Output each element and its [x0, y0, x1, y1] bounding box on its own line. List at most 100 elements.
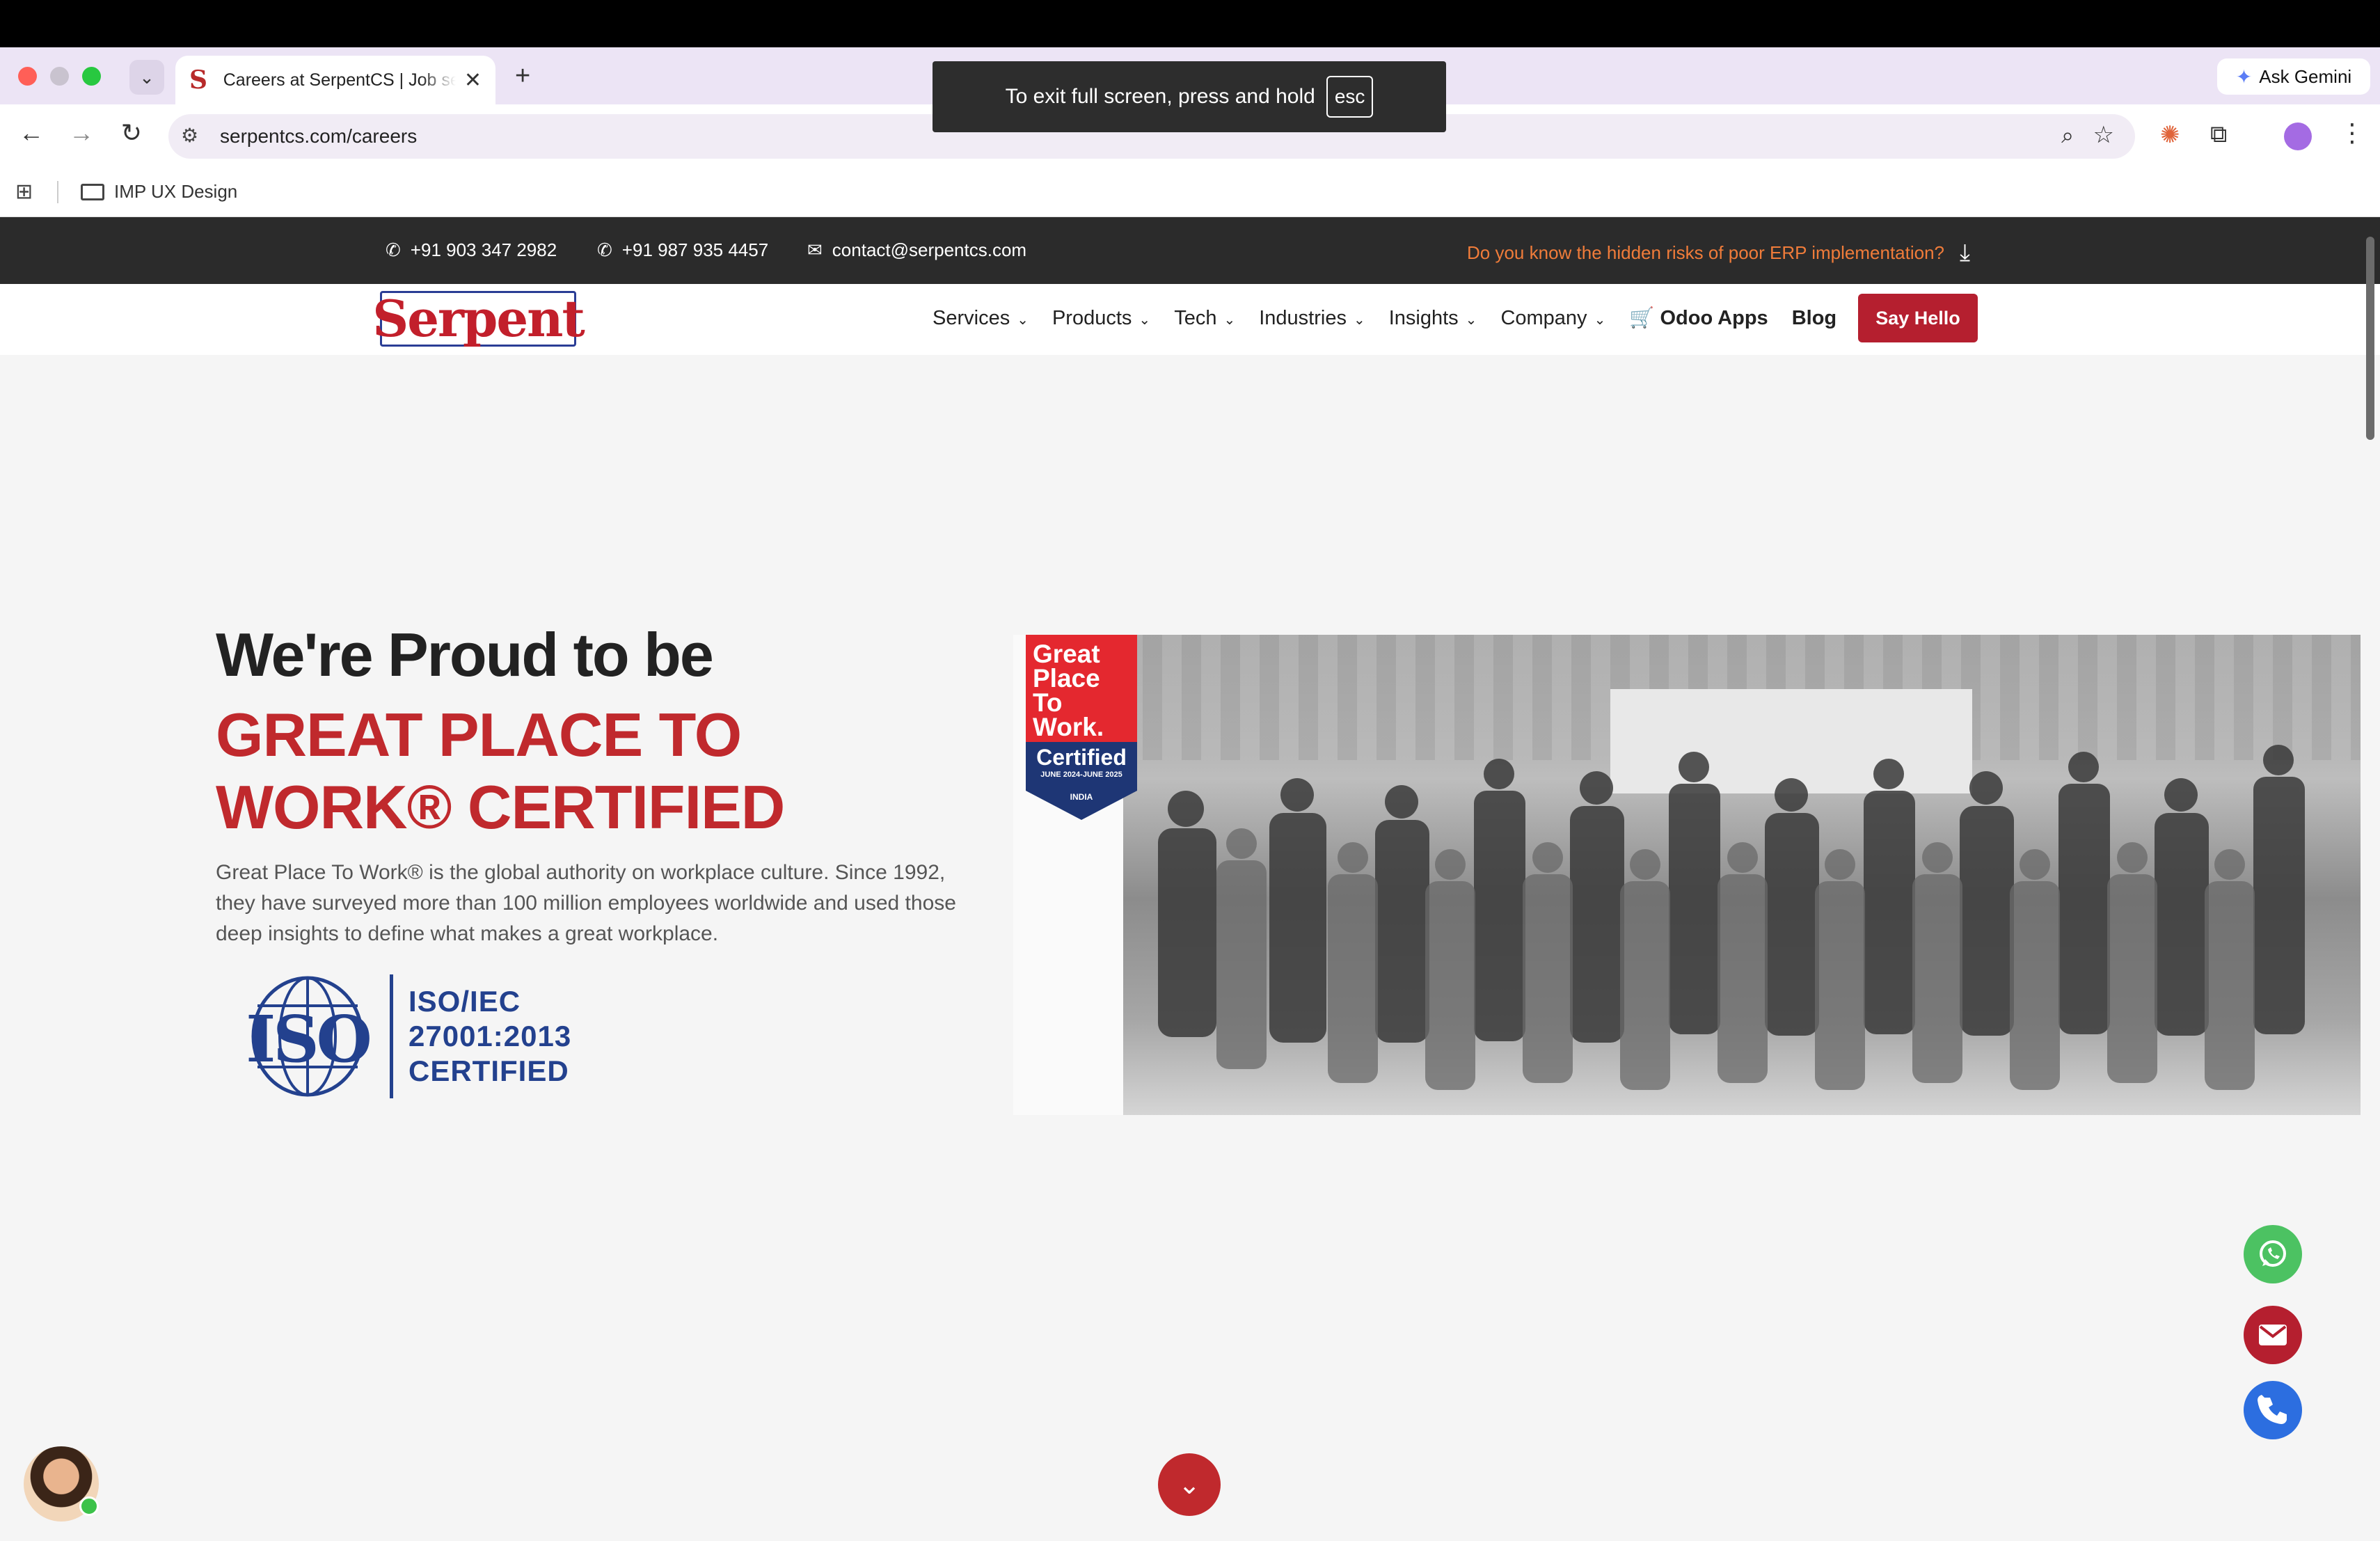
- chevron-down-icon: ⌄: [1465, 312, 1477, 328]
- zoom-icon[interactable]: ⌕: [2061, 123, 2074, 149]
- logo-text: Serpent: [372, 289, 585, 348]
- esc-key-badge: esc: [1326, 76, 1374, 118]
- nav-insights[interactable]: Insights ⌄: [1389, 307, 1477, 330]
- new-tab-button[interactable]: +: [515, 61, 530, 91]
- phone-link-1[interactable]: ✆ +91 903 347 2982: [386, 239, 557, 261]
- phone-icon: ✆: [597, 239, 612, 260]
- hero-heading: We're Proud to be: [216, 620, 714, 689]
- close-icon[interactable]: ✕: [464, 68, 482, 93]
- os-top-strip: [0, 0, 2380, 47]
- site-settings-icon[interactable]: ⚙: [181, 124, 198, 147]
- back-arrow-icon[interactable]: ←: [14, 118, 49, 148]
- chevron-down-icon: ⌄: [1223, 312, 1236, 328]
- nav-insights-label: Insights: [1388, 306, 1459, 329]
- nav-tech[interactable]: Tech ⌄: [1174, 307, 1235, 330]
- cart-icon: 🛒: [1629, 307, 1655, 329]
- ask-gemini-label: Ask Gemini: [2259, 65, 2352, 87]
- fullscreen-toast: To exit full screen, press and hold esc: [933, 61, 1446, 132]
- email-button[interactable]: [2244, 1306, 2302, 1364]
- active-tab[interactable]: S Careers at SerpentCS | Job se ✕: [175, 56, 495, 104]
- forward-arrow-icon[interactable]: →: [64, 118, 99, 148]
- nav-industries-label: Industries: [1259, 306, 1347, 329]
- erp-risk-link[interactable]: Do you know the hidden risks of poor ERP…: [1467, 239, 1970, 267]
- iso-line-2: 27001:2013: [408, 1020, 572, 1052]
- gptw-certified-text: Certified: [1036, 745, 1127, 770]
- nav-company-label: Company: [1500, 306, 1587, 329]
- page-scrollbar-thumb[interactable]: [2366, 237, 2374, 440]
- iso-certification-logo: ISO ISO/IEC 27001:2013 CERTIFIED: [234, 974, 571, 1098]
- iso-text-block: ISO/IEC 27001:2013 CERTIFIED: [408, 984, 571, 1089]
- extensions-puzzle-icon[interactable]: ⧉: [2210, 121, 2227, 148]
- email-text: contact@serpentcs.com: [832, 239, 1027, 260]
- whatsapp-button[interactable]: [2244, 1225, 2302, 1283]
- fullscreen-toast-text: To exit full screen, press and hold: [1005, 85, 1315, 108]
- nav-services[interactable]: Services ⌄: [933, 307, 1029, 330]
- reload-icon[interactable]: ↻: [114, 118, 149, 148]
- main-menu: Services ⌄ Products ⌄ Tech ⌄ Industries ⌄ In…: [933, 306, 1836, 330]
- great-place-to-work-badge: Great Place To Work. Certified JUNE 2024…: [1026, 635, 1137, 820]
- iso-mark-text: ISO: [246, 1002, 372, 1077]
- nav-products-label: Products: [1052, 306, 1132, 329]
- nav-tech-label: Tech: [1174, 306, 1217, 329]
- email-link[interactable]: ✉ contact@serpentcs.com: [807, 239, 1026, 261]
- hero-description: Great Place To Work® is the global autho…: [216, 861, 956, 945]
- bookmark-folder[interactable]: IMP UX Design: [81, 181, 237, 203]
- profile-avatar[interactable]: [2284, 123, 2312, 150]
- iso-globe-icon: ISO: [234, 975, 381, 1098]
- ask-gemini-button[interactable]: ✦ Ask Gemini: [2217, 58, 2370, 95]
- chevron-down-icon: ⌄: [1594, 312, 1606, 328]
- gptw-country: INDIA: [1070, 792, 1093, 802]
- nav-industries[interactable]: Industries ⌄: [1259, 307, 1365, 330]
- call-button[interactable]: [2244, 1381, 2302, 1439]
- bookmark-folder-label: IMP UX Design: [114, 181, 238, 202]
- team-photo: [1123, 635, 2361, 1115]
- serpent-logo[interactable]: Serpent: [372, 291, 585, 347]
- gemini-sparkle-icon: ✦: [2235, 65, 2253, 88]
- serpent-favicon-icon: S: [189, 65, 207, 95]
- nav-products[interactable]: Products ⌄: [1052, 307, 1150, 330]
- gptw-dates: JUNE 2024-JUNE 2025: [1040, 770, 1122, 779]
- claude-extension-icon[interactable]: ✺: [2160, 121, 2180, 149]
- phone-2-text: +91 987 935 4457: [621, 239, 769, 260]
- team-photo-container: Great Place To Work. Certified JUNE 2024…: [1013, 635, 2361, 1115]
- nav-odoo-apps[interactable]: 🛒 Odoo Apps: [1629, 306, 1768, 330]
- scroll-down-button[interactable]: ⌄: [1158, 1453, 1221, 1516]
- chevron-down-icon: ⌄: [1353, 312, 1365, 328]
- mail-icon: [2259, 1325, 2287, 1345]
- site-info-bar: ✆ +91 903 347 2982 ✆ +91 987 935 4457 ✉ …: [0, 217, 2380, 284]
- bookmarks-bar: ⊞ IMP UX Design: [0, 167, 2380, 217]
- nav-services-label: Services: [933, 306, 1010, 329]
- tab-search-button[interactable]: ⌄: [129, 60, 164, 95]
- apps-grid-icon[interactable]: ⊞: [15, 180, 33, 204]
- nav-company[interactable]: Company ⌄: [1500, 307, 1605, 330]
- window-zoom-button[interactable]: [82, 67, 101, 86]
- phone-icon: [2258, 1395, 2287, 1424]
- whatsapp-icon: [2260, 1240, 2286, 1267]
- team-group-figures: [1158, 745, 2305, 1090]
- gptw-badge-title: Great Place To Work.: [1026, 635, 1137, 742]
- iso-line-3: CERTIFIED: [408, 1054, 569, 1087]
- chevron-down-icon: ⌄: [1139, 312, 1151, 328]
- gptw-badge-certified-block: Certified JUNE 2024-JUNE 2025: [1026, 742, 1137, 791]
- tab-title: Careers at SerpentCS | Job se: [223, 70, 456, 90]
- nav-odoo-apps-label: Odoo Apps: [1660, 307, 1768, 329]
- bookmarks-divider: [57, 181, 58, 203]
- folder-icon: [81, 183, 104, 200]
- iso-divider: [390, 974, 393, 1098]
- online-status-dot: [79, 1496, 99, 1516]
- say-hello-button[interactable]: Say Hello: [1858, 294, 1978, 342]
- nav-blog[interactable]: Blog: [1792, 307, 1836, 330]
- phone-link-2[interactable]: ✆ +91 987 935 4457: [597, 239, 768, 261]
- url-text[interactable]: serpentcs.com/careers: [220, 125, 417, 148]
- window-minimize-button[interactable]: [50, 67, 69, 86]
- window-close-button[interactable]: [18, 67, 37, 86]
- phone-1-text: +91 903 347 2982: [410, 239, 557, 260]
- chevron-down-icon: ⌄: [1017, 312, 1029, 328]
- iso-line-1: ISO/IEC: [408, 985, 521, 1018]
- mail-icon: ✉: [807, 239, 823, 260]
- browser-menu-icon[interactable]: ⋮: [2340, 118, 2365, 148]
- chevron-down-icon: ⌄: [139, 66, 154, 88]
- bookmark-star-icon[interactable]: ☆: [2093, 121, 2114, 149]
- chevron-down-icon: ⌄: [1178, 1470, 1200, 1500]
- erp-risk-text: Do you know the hidden risks of poor ERP…: [1467, 242, 1945, 263]
